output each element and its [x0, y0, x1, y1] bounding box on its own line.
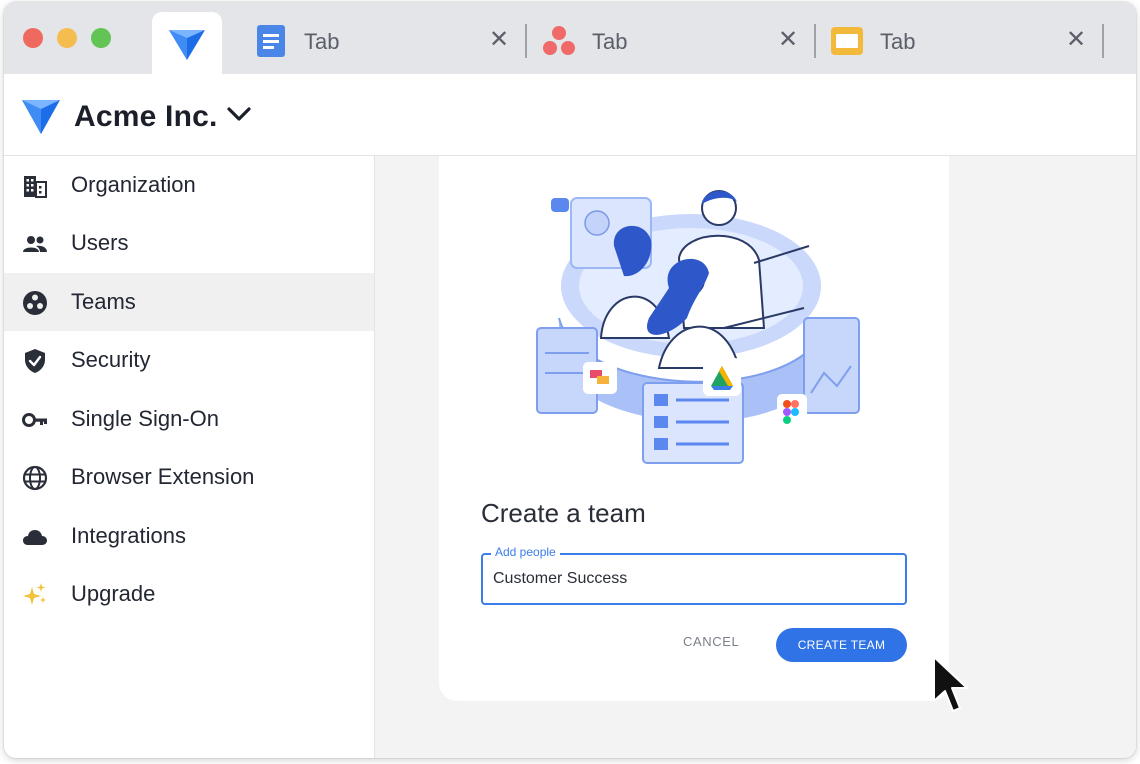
sidebar-item-users[interactable]: Users	[4, 214, 374, 272]
mouse-cursor-icon	[933, 656, 968, 712]
sidebar-item-label: Security	[71, 347, 151, 372]
tab-asana[interactable]: Tab ✕	[542, 20, 816, 60]
sidebar-item-browser-extension[interactable]: Browser Extension	[4, 448, 374, 506]
sidebar-item-label: Browser Extension	[71, 464, 255, 489]
add-people-label: Add people	[491, 545, 560, 559]
maximize-window-button[interactable]	[91, 28, 111, 48]
browser-window: Tab ✕ Tab ✕ Tab ✕ Acme Inc. Organization…	[4, 2, 1136, 758]
sidebar-item-single-sign-on[interactable]: Single Sign-On	[4, 390, 374, 448]
sidebar: Organization Users Teams Security Single…	[4, 156, 375, 758]
tab-label: Tab	[880, 29, 916, 54]
tab-slides[interactable]: Tab ✕	[830, 20, 1110, 60]
close-window-button[interactable]	[23, 28, 43, 48]
tab-label: Tab	[304, 29, 340, 54]
tab-strip: Tab ✕ Tab ✕ Tab ✕	[4, 2, 1136, 74]
tab-separator	[1102, 24, 1104, 58]
close-icon[interactable]: ✕	[778, 28, 798, 52]
cloud-icon	[23, 530, 47, 545]
google-slides-icon	[831, 27, 863, 55]
app-logo-icon	[22, 100, 60, 134]
chevron-down-icon[interactable]	[226, 104, 252, 124]
add-people-input[interactable]	[493, 567, 893, 591]
sidebar-item-security[interactable]: Security	[4, 331, 374, 389]
app-header: Acme Inc.	[4, 74, 1136, 156]
tab-active-app[interactable]	[152, 12, 222, 74]
tab-docs[interactable]: Tab ✕	[254, 20, 527, 60]
add-people-field[interactable]: Add people	[481, 545, 907, 605]
cancel-button[interactable]: CANCEL	[683, 634, 739, 649]
minimize-window-button[interactable]	[57, 28, 77, 48]
dialog-title: Create a team	[481, 498, 646, 528]
globe-icon	[22, 465, 48, 491]
sidebar-item-label: Single Sign-On	[71, 406, 219, 431]
close-icon[interactable]: ✕	[1066, 28, 1086, 52]
sidebar-item-teams[interactable]: Teams	[4, 273, 374, 331]
tab-separator	[525, 24, 527, 58]
google-docs-icon	[257, 25, 285, 57]
app-logo-icon	[169, 30, 205, 60]
tab-label: Tab	[592, 29, 628, 54]
team-illustration	[536, 190, 860, 464]
sidebar-item-label: Teams	[71, 289, 136, 314]
create-team-button[interactable]: CREATE TEAM	[776, 628, 907, 662]
tab-separator	[814, 24, 816, 58]
main-content: Create a team Add people CANCEL CREATE T…	[375, 156, 1136, 758]
create-team-card: Create a team Add people CANCEL CREATE T…	[439, 156, 949, 701]
sidebar-item-label: Users	[71, 230, 129, 255]
shield-icon	[25, 349, 45, 373]
asana-icon	[543, 26, 575, 55]
sidebar-item-label: Upgrade	[71, 581, 156, 606]
close-icon[interactable]: ✕	[489, 28, 509, 52]
sidebar-item-label: Organization	[71, 172, 196, 197]
sidebar-item-organization[interactable]: Organization	[4, 156, 374, 214]
org-name[interactable]: Acme Inc.	[74, 100, 218, 134]
building-icon	[24, 176, 47, 198]
sidebar-item-integrations[interactable]: Integrations	[4, 507, 374, 565]
sparkles-icon	[23, 583, 46, 605]
teams-icon	[23, 291, 47, 315]
users-icon	[23, 236, 47, 252]
sidebar-item-upgrade[interactable]: Upgrade	[4, 565, 374, 623]
key-icon	[22, 413, 47, 427]
sidebar-item-label: Integrations	[71, 523, 186, 548]
